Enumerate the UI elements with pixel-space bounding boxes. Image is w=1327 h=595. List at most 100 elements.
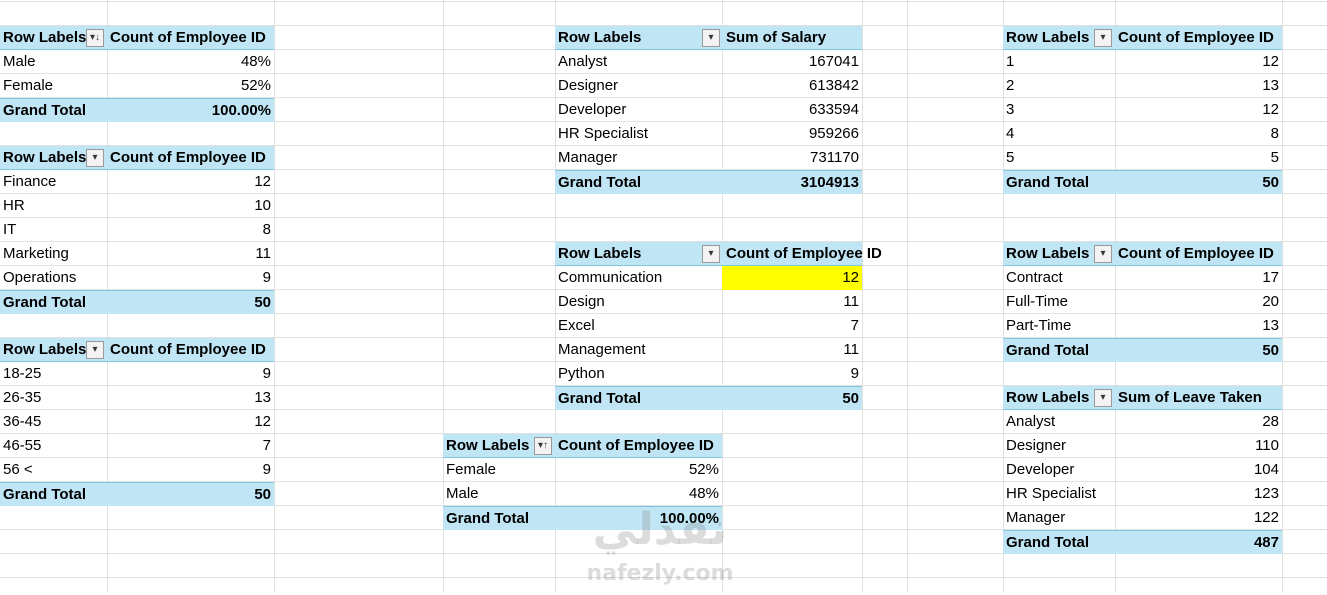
column-gridline [907,0,908,592]
row-value: 17 [1262,269,1279,286]
row-value: 28 [1262,413,1279,430]
row-value: 52% [688,461,719,478]
grand-total-row[interactable]: Grand Total 3104913 [555,170,862,194]
pivot-row[interactable]: 46-55 7 [0,434,274,458]
row-label: 56 < [3,461,33,478]
grand-total-row[interactable]: Grand Total 50 [0,290,274,314]
row-labels-header[interactable]: Row Labels [558,26,641,50]
pivot-row[interactable]: Excel 7 [555,314,862,338]
column-gridline [274,0,275,592]
dropdown-icon[interactable]: ▾ [1094,389,1112,407]
row-value: 731170 [810,149,859,166]
value-field-header[interactable]: Count of Employee ID [110,26,269,50]
pivot-row[interactable]: Full-Time 20 [1003,290,1282,314]
value-field-header[interactable]: Sum of Leave Taken [1118,386,1265,410]
pivot-row[interactable]: HR Specialist 959266 [555,122,862,146]
value-field-header[interactable]: Sum of Salary [726,26,829,50]
pivot-row[interactable]: Developer 104 [1003,458,1282,482]
row-value: 48% [688,485,719,502]
dropdown-icon[interactable]: ▾ [86,341,104,359]
dropdown-icon[interactable]: ▾ [1094,29,1112,47]
row-value: 10 [254,197,271,214]
pivot-row[interactable]: 1 12 [1003,50,1282,74]
value-field-header[interactable]: Count of Employee ID [1118,242,1277,266]
row-label: Operations [3,269,77,286]
grand-total-value: 100.00% [659,510,719,527]
pivot-row[interactable]: 48 [1003,122,1282,146]
row-labels-header[interactable]: Row Labels [558,242,641,266]
pivot-row[interactable]: Developer 633594 [555,98,862,122]
row-value: 13 [254,389,271,406]
pivot-row[interactable]: IT 8 [0,218,274,242]
grand-total-value: 3104913 [800,174,859,191]
pivot-row[interactable]: Manager 122 [1003,506,1282,530]
selected-cell[interactable]: 12 [722,266,862,290]
value-field-header[interactable]: Count of Employee ID [726,242,885,266]
pivot-row[interactable]: Operations 9 [0,266,274,290]
row-labels-header[interactable]: Row Labels [3,146,86,170]
grand-total-row[interactable]: Grand Total 50 [0,482,274,506]
pivot-row[interactable]: 18-25 9 [0,362,274,386]
pivot-row[interactable]: 56 < 9 [0,458,274,482]
grand-total-row[interactable]: Grand Total 50 [555,386,862,410]
grand-total-row[interactable]: Grand Total 487 [1003,530,1282,554]
pivot-row[interactable]: Finance 12 [0,170,274,194]
pivot-row[interactable]: 55 [1003,146,1282,170]
value-field-header[interactable]: Count of Employee ID [110,338,269,362]
sort-descending-icon[interactable]: ▾↓ [86,29,104,47]
pivot-row[interactable]: 3 12 [1003,98,1282,122]
grand-total-label: Grand Total [446,510,530,527]
pivot-row[interactable]: 36-45 12 [0,410,274,434]
pivot-row[interactable]: Designer 110 [1003,434,1282,458]
grand-total-row[interactable]: Grand Total 100.00% [443,506,722,530]
row-value: 9 [262,461,271,478]
row-label: Male [446,485,479,502]
pivot-rating: Row Labels ▾ Count of Employee ID 1 12 2 1… [1003,26,1282,194]
sort-ascending-icon[interactable]: ▾↑ [534,437,552,455]
grand-total-row[interactable]: Grand Total 50 [1003,170,1282,194]
pivot-row[interactable]: HR 10 [0,194,274,218]
pivot-row[interactable]: Manager 731170 [555,146,862,170]
pivot-row[interactable]: Management 11 [555,338,862,362]
grand-total-row[interactable]: Grand Total 50 [1003,338,1282,362]
pivot-row[interactable]: HR Specialist 123 [1003,482,1282,506]
pivot-header-row: Row Labels ▾ Count of Employee ID [555,242,882,266]
pivot-row[interactable]: Design 11 [555,290,862,314]
row-labels-header[interactable]: Row Labels [1006,26,1089,50]
value-field-header[interactable]: Count of Employee ID [558,434,717,458]
grand-total-row[interactable]: Grand Total 100.00% [0,98,274,122]
pivot-row[interactable]: 26-35 13 [0,386,274,410]
row-labels-header[interactable]: Row Labels [1006,242,1089,266]
pivot-row[interactable]: Analyst 167041 [555,50,862,74]
row-labels-header[interactable]: Row Labels [446,434,529,458]
pivot-row[interactable]: Python 9 [555,362,862,386]
value-field-header[interactable]: Count of Employee ID [110,146,269,170]
row-label: 2 [1006,77,1015,94]
row-labels-header[interactable]: Row Labels [3,338,86,362]
pivot-row[interactable]: Male 48% [443,482,722,506]
row-label: Developer [558,101,627,118]
row-label: Contract [1006,269,1063,286]
pivot-row[interactable]: Part-Time 13 [1003,314,1282,338]
dropdown-icon[interactable]: ▾ [702,245,720,263]
pivot-row[interactable]: Male 48% [0,50,274,74]
dropdown-icon[interactable]: ▾ [702,29,720,47]
value-field-header[interactable]: Count of Employee ID [1118,26,1277,50]
pivot-row[interactable]: Marketing 11 [0,242,274,266]
row-label: 5 [1006,149,1015,166]
pivot-row[interactable]: 2 13 [1003,74,1282,98]
pivot-row[interactable]: Analyst 28 [1003,410,1282,434]
pivot-header-row: Row Labels ▾ Count of Employee ID [0,146,274,170]
pivot-row[interactable]: Contract 17 [1003,266,1282,290]
dropdown-icon[interactable]: ▾ [86,149,104,167]
row-label: Developer [1006,461,1075,478]
pivot-row[interactable]: Communication 12 [555,266,862,290]
pivot-row[interactable]: Female 52% [443,458,722,482]
row-labels-header[interactable]: Row Labels [1006,386,1089,410]
pivot-skills: Row Labels ▾ Count of Employee ID Commun… [555,242,882,410]
row-labels-header[interactable]: Row Labels [3,26,86,50]
row-value: 5 [1270,149,1279,166]
dropdown-icon[interactable]: ▾ [1094,245,1112,263]
pivot-row[interactable]: Female 52% [0,74,274,98]
pivot-row[interactable]: Designer 613842 [555,74,862,98]
